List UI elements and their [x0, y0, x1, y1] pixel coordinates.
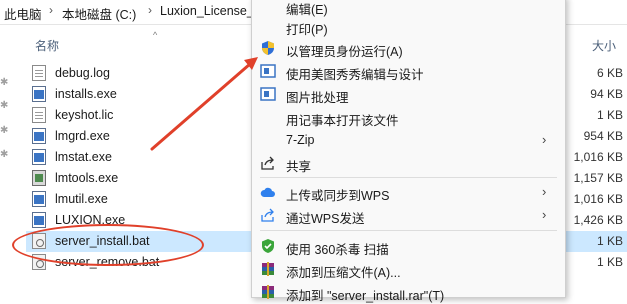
- annotation-arrow: [150, 57, 258, 151]
